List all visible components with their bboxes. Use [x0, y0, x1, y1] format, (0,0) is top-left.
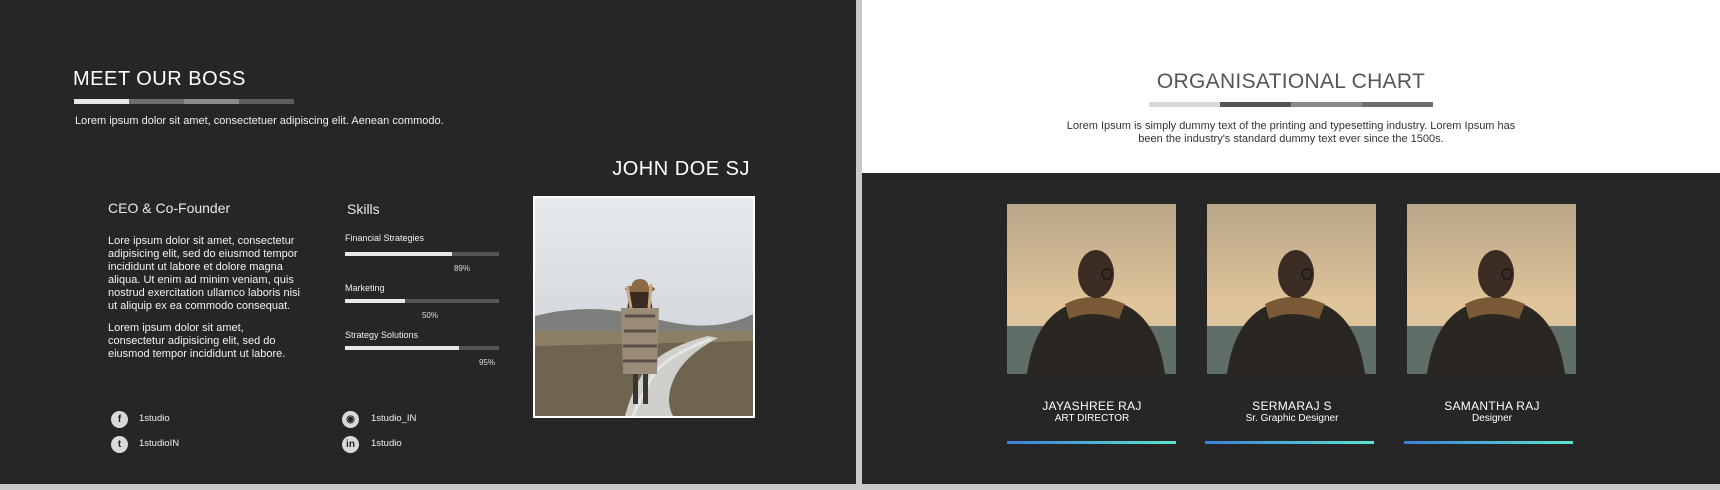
bio-paragraph-2: Lorem ipsum dolor sit amet, consectetur … [108, 322, 286, 360]
twitter-icon: t [111, 436, 128, 453]
boss-name: JOHN DOE SJ [612, 158, 750, 180]
skill-bar [345, 299, 499, 303]
slide-title: ORGANISATIONAL CHART [1156, 70, 1426, 93]
social-handle[interactable]: 1studio [371, 438, 402, 449]
skill-percent: 89% [453, 264, 470, 273]
skills-heading: Skills [347, 201, 380, 217]
slide-subtitle: Lorem Ipsum is simply dummy text of the … [1066, 120, 1516, 145]
member-name: SERMARAJ S [1252, 399, 1332, 413]
slide-title: MEET OUR BOSS [73, 68, 246, 90]
skill-label: Financial Strategies [345, 233, 425, 243]
member-role: Designer [1471, 413, 1513, 424]
social-twitter[interactable]: t [111, 436, 128, 453]
skill-label: Strategy Solutions [345, 330, 419, 340]
boss-role: CEO & Co-Founder [108, 200, 231, 216]
skill-bar-fill [345, 252, 452, 256]
skill-bar [345, 346, 499, 350]
member-accent-line [1205, 441, 1374, 444]
boss-photo [533, 196, 755, 418]
member-accent-line [1404, 441, 1573, 444]
member-name: JAYASHREE RAJ [1042, 399, 1142, 413]
social-facebook[interactable]: f [111, 411, 128, 428]
social-handle[interactable]: 1studioIN [139, 438, 179, 449]
organisational-chart-slide[interactable]: ORGANISATIONAL CHART Lorem Ipsum is simp… [862, 0, 1720, 484]
linkedin-icon: in [342, 436, 359, 453]
social-linkedin[interactable]: in [342, 436, 359, 453]
social-handle[interactable]: 1studio_IN [371, 413, 416, 424]
member-photo [1007, 204, 1176, 374]
skill-bar [345, 252, 499, 256]
member-role: ART DIRECTOR [1054, 413, 1130, 424]
member-name: SAMANTHA RAJ [1444, 399, 1540, 413]
skill-bar-fill [345, 346, 460, 350]
intro-text: Lorem ipsum dolor sit amet, consectetuer… [75, 115, 444, 127]
meet-our-boss-slide[interactable]: MEET OUR BOSS Lorem ipsum dolor sit amet… [0, 0, 856, 484]
member-accent-line [1007, 441, 1176, 444]
member-photo [1207, 204, 1376, 374]
skill-percent: 50% [421, 311, 438, 320]
social-instagram[interactable]: ◉ [342, 411, 359, 428]
skill-label: Marketing [345, 283, 385, 293]
member-photo [1407, 204, 1576, 374]
member-role: Sr. Graphic Designer [1245, 413, 1339, 424]
social-handle[interactable]: 1studio [139, 413, 170, 424]
skill-percent: 95% [478, 358, 495, 367]
skill-bar-fill [345, 299, 406, 303]
facebook-icon: f [111, 411, 128, 428]
bio-paragraph-1: Lore ipsum dolor sit amet, consectetur a… [108, 235, 300, 312]
boss-photo-image [535, 198, 753, 417]
instagram-icon: ◉ [342, 411, 359, 428]
